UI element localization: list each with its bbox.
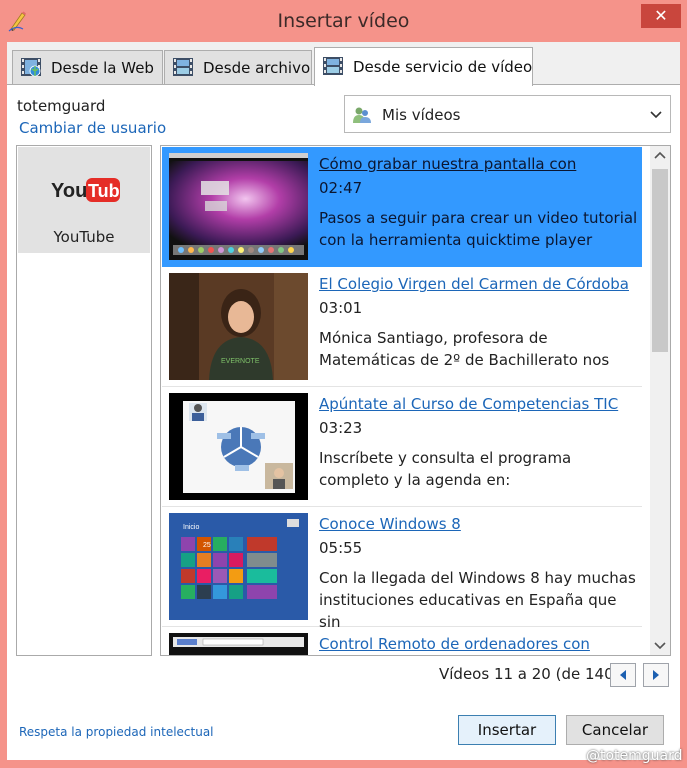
video-description: Mónica Santiago, profesora de Matemática… xyxy=(319,329,610,369)
video-item-1[interactable]: Cómo grabar nuestra pantalla con 02:47 P… xyxy=(162,147,642,267)
copyright-link[interactable]: Respeta la propiedad intelectual xyxy=(19,725,214,739)
film-icon xyxy=(323,57,343,75)
video-description: Pasos a seguir para crear un video tutor… xyxy=(319,209,638,249)
insert-button[interactable]: Insertar xyxy=(458,715,556,745)
scrollbar-thumb[interactable] xyxy=(652,169,668,352)
video-description: Inscríbete y consulta el programa comple… xyxy=(319,449,572,489)
watermark: @totemguard xyxy=(586,748,683,764)
title-bar[interactable]: Insertar vídeo ✕ xyxy=(0,0,687,42)
video-thumbnail: EVERNOTE xyxy=(169,273,308,380)
video-thumbnail xyxy=(169,393,308,500)
svg-text:EVERNOTE: EVERNOTE xyxy=(221,358,260,365)
video-item-4[interactable]: Inicio 25 Conoce Windows 8 05:55 Con la … xyxy=(162,507,642,631)
video-list: Cómo grabar nuestra pantalla con 02:47 P… xyxy=(160,145,671,656)
provider-youtube[interactable]: You Tube YouTube xyxy=(18,147,150,253)
video-description: Con la llegada del Windows 8 hay muchas … xyxy=(319,569,636,631)
video-thumbnail xyxy=(169,153,308,260)
dialog-window: Insertar vídeo ✕ Desde la Web Desde arch… xyxy=(0,0,687,768)
video-title-link[interactable]: Apúntate al Curso de Competencias TIC xyxy=(319,395,618,413)
scroll-down-icon[interactable] xyxy=(650,635,670,655)
tab-desde-archivo[interactable]: Desde archivo xyxy=(164,50,312,84)
tab-panel: totemguard Cambiar de usuario Mis vídeos xyxy=(7,84,680,760)
next-page-button[interactable] xyxy=(643,663,669,687)
film-icon xyxy=(173,58,193,76)
svg-text:Inicio: Inicio xyxy=(183,524,199,531)
triangle-right-icon xyxy=(653,670,659,680)
video-list-scrollbar[interactable] xyxy=(650,146,670,655)
video-item-2[interactable]: EVERNOTE El Colegio Virgen del Carmen de… xyxy=(162,267,642,387)
video-title-link[interactable]: El Colegio Virgen del Carmen de Córdoba xyxy=(319,275,629,293)
dialog-client: Desde la Web Desde archivo Desde servici… xyxy=(7,42,680,760)
video-duration: 03:01 xyxy=(319,299,363,317)
video-duration: 05:55 xyxy=(319,539,363,557)
change-user-link[interactable]: Cambiar de usuario xyxy=(19,119,166,137)
youtube-logo: You Tube xyxy=(51,178,120,202)
account-username: totemguard xyxy=(17,97,106,115)
dropdown-selected-value: Mis vídeos xyxy=(382,106,461,124)
video-title-link[interactable]: Control Remoto de ordenadores con xyxy=(319,635,590,653)
tab-desde-servicio-de-video[interactable]: Desde servicio de vídeo xyxy=(314,47,533,86)
pager-status: Vídeos 11 a 20 (de 140) xyxy=(439,665,620,683)
chevron-down-icon xyxy=(650,111,662,119)
tab-desde-la-web[interactable]: Desde la Web xyxy=(12,50,163,84)
video-duration: 02:47 xyxy=(319,179,363,197)
video-duration: 03:23 xyxy=(319,419,363,437)
video-source-dropdown[interactable]: Mis vídeos xyxy=(344,95,671,133)
video-thumbnail xyxy=(169,633,308,655)
triangle-left-icon xyxy=(620,670,626,680)
video-title-link[interactable]: Conoce Windows 8 xyxy=(319,515,461,533)
video-title-link[interactable]: Cómo grabar nuestra pantalla con xyxy=(319,155,576,173)
video-thumbnail: Inicio 25 xyxy=(169,513,308,620)
svg-text:25: 25 xyxy=(203,542,211,549)
scroll-up-icon[interactable] xyxy=(650,146,670,166)
svg-text:Tube: Tube xyxy=(88,181,120,201)
video-item-3[interactable]: Apúntate al Curso de Competencias TIC 03… xyxy=(162,387,642,507)
film-globe-icon xyxy=(21,58,41,77)
cancel-button[interactable]: Cancelar xyxy=(566,715,664,745)
previous-page-button[interactable] xyxy=(610,663,636,687)
svg-text:You: You xyxy=(51,180,87,202)
users-icon xyxy=(353,107,371,123)
provider-name: YouTube xyxy=(53,228,115,246)
provider-list: You Tube YouTube xyxy=(16,145,152,656)
window-title: Insertar vídeo xyxy=(277,10,410,32)
video-item-5[interactable]: Control Remoto de ordenadores con xyxy=(162,627,642,655)
close-button[interactable]: ✕ xyxy=(641,4,681,28)
